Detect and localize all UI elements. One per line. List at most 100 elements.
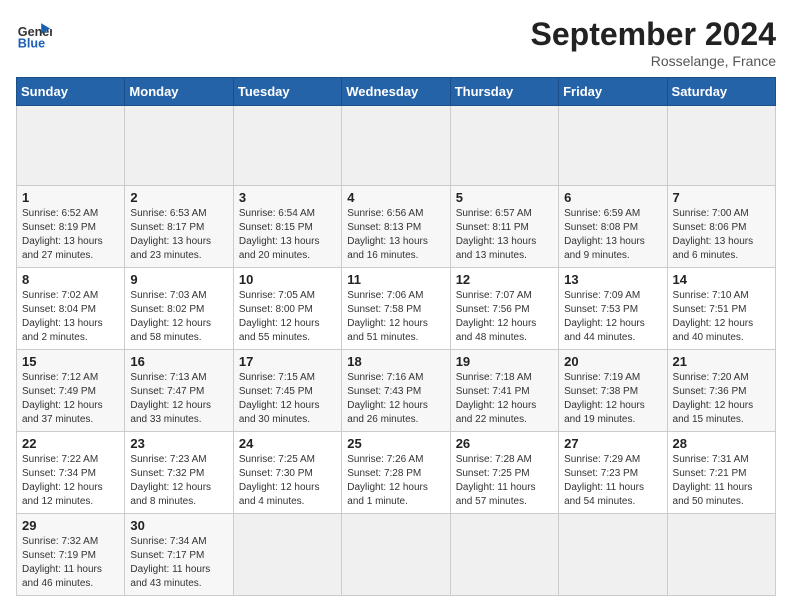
calendar-cell: 12Sunrise: 7:07 AM Sunset: 7:56 PM Dayli… — [450, 268, 558, 350]
day-info: Sunrise: 7:12 AM Sunset: 7:49 PM Dayligh… — [22, 371, 119, 427]
day-number: 26 — [456, 436, 553, 451]
calendar-cell: 24Sunrise: 7:25 AM Sunset: 7:30 PM Dayli… — [233, 432, 341, 514]
weekday-sunday: Sunday — [17, 78, 125, 106]
calendar-cell — [233, 514, 341, 596]
weekday-tuesday: Tuesday — [233, 78, 341, 106]
svg-text:Blue: Blue — [18, 37, 45, 51]
day-number: 13 — [564, 272, 661, 287]
day-number: 23 — [130, 436, 227, 451]
day-info: Sunrise: 6:57 AM Sunset: 8:11 PM Dayligh… — [456, 207, 553, 263]
calendar-cell: 28 Sunrise: 7:31 AM Sunset: 7:21 PM Dayli… — [667, 432, 775, 514]
calendar-cell — [450, 106, 558, 186]
day-info: Sunrise: 6:54 AM Sunset: 8:15 PM Dayligh… — [239, 207, 336, 263]
day-number: 6 — [564, 190, 661, 205]
week-row-3: 15 Sunrise: 7:12 AM Sunset: 7:49 PM Dayli… — [17, 350, 776, 432]
day-info: Sunrise: 7:10 AM Sunset: 7:51 PM Dayligh… — [673, 289, 770, 345]
calendar-cell: 23Sunrise: 7:23 AM Sunset: 7:32 PM Dayli… — [125, 432, 233, 514]
calendar-cell: 8Sunrise: 7:02 AM Sunset: 8:04 PM Daylig… — [17, 268, 125, 350]
logo: General Blue — [16, 16, 52, 52]
month-title: September 2024 — [531, 16, 776, 53]
day-info: Sunrise: 7:29 AM Sunset: 7:23 PM Dayligh… — [564, 453, 661, 509]
calendar-cell: 27 Sunrise: 7:29 AM Sunset: 7:23 PM Dayli… — [559, 432, 667, 514]
calendar-cell: 9Sunrise: 7:03 AM Sunset: 8:02 PM Daylig… — [125, 268, 233, 350]
week-row-0 — [17, 106, 776, 186]
calendar-cell: 7 Sunrise: 7:00 AM Sunset: 8:06 PM Daylig… — [667, 186, 775, 268]
day-number: 29 — [22, 518, 119, 533]
day-number: 15 — [22, 354, 119, 369]
day-number: 20 — [564, 354, 661, 369]
day-info: Sunrise: 7:13 AM Sunset: 7:47 PM Dayligh… — [130, 371, 227, 427]
day-number: 28 — [673, 436, 770, 451]
calendar-cell — [667, 106, 775, 186]
week-row-1: 1 Sunrise: 6:52 AM Sunset: 8:19 PM Daylig… — [17, 186, 776, 268]
calendar-cell: 30 Sunrise: 7:34 AM Sunset: 7:17 PM Dayli… — [125, 514, 233, 596]
calendar-cell: 15 Sunrise: 7:12 AM Sunset: 7:49 PM Dayli… — [17, 350, 125, 432]
day-info: Sunrise: 6:52 AM Sunset: 8:19 PM Dayligh… — [22, 207, 119, 263]
calendar-cell — [342, 514, 450, 596]
week-row-4: 22Sunrise: 7:22 AM Sunset: 7:34 PM Dayli… — [17, 432, 776, 514]
calendar-cell: 20 Sunrise: 7:19 AM Sunset: 7:38 PM Dayli… — [559, 350, 667, 432]
day-info: Sunrise: 7:34 AM Sunset: 7:17 PM Dayligh… — [130, 535, 227, 591]
calendar-cell: 1 Sunrise: 6:52 AM Sunset: 8:19 PM Daylig… — [17, 186, 125, 268]
calendar-cell: 5Sunrise: 6:57 AM Sunset: 8:11 PM Daylig… — [450, 186, 558, 268]
day-info: Sunrise: 7:26 AM Sunset: 7:28 PM Dayligh… — [347, 453, 444, 509]
weekday-header-row: SundayMondayTuesdayWednesdayThursdayFrid… — [17, 78, 776, 106]
calendar-cell: 29 Sunrise: 7:32 AM Sunset: 7:19 PM Dayli… — [17, 514, 125, 596]
day-info: Sunrise: 7:18 AM Sunset: 7:41 PM Dayligh… — [456, 371, 553, 427]
day-info: Sunrise: 7:00 AM Sunset: 8:06 PM Dayligh… — [673, 207, 770, 263]
day-number: 22 — [22, 436, 119, 451]
day-info: Sunrise: 6:53 AM Sunset: 8:17 PM Dayligh… — [130, 207, 227, 263]
day-info: Sunrise: 7:19 AM Sunset: 7:38 PM Dayligh… — [564, 371, 661, 427]
day-number: 7 — [673, 190, 770, 205]
calendar-table: SundayMondayTuesdayWednesdayThursdayFrid… — [16, 77, 776, 596]
day-number: 10 — [239, 272, 336, 287]
day-number: 2 — [130, 190, 227, 205]
calendar-cell: 16 Sunrise: 7:13 AM Sunset: 7:47 PM Dayli… — [125, 350, 233, 432]
calendar-cell: 17Sunrise: 7:15 AM Sunset: 7:45 PM Dayli… — [233, 350, 341, 432]
day-number: 3 — [239, 190, 336, 205]
day-number: 17 — [239, 354, 336, 369]
day-info: Sunrise: 7:28 AM Sunset: 7:25 PM Dayligh… — [456, 453, 553, 509]
day-info: Sunrise: 7:31 AM Sunset: 7:21 PM Dayligh… — [673, 453, 770, 509]
calendar-cell — [125, 106, 233, 186]
day-info: Sunrise: 7:32 AM Sunset: 7:19 PM Dayligh… — [22, 535, 119, 591]
day-info: Sunrise: 7:06 AM Sunset: 7:58 PM Dayligh… — [347, 289, 444, 345]
day-number: 16 — [130, 354, 227, 369]
weekday-monday: Monday — [125, 78, 233, 106]
page-header: General Blue September 2024 Rosselange, … — [16, 16, 776, 69]
calendar-cell: 6 Sunrise: 6:59 AM Sunset: 8:08 PM Daylig… — [559, 186, 667, 268]
calendar-cell — [450, 514, 558, 596]
logo-icon: General Blue — [16, 16, 52, 52]
day-number: 30 — [130, 518, 227, 533]
calendar-cell — [17, 106, 125, 186]
weekday-thursday: Thursday — [450, 78, 558, 106]
day-info: Sunrise: 7:20 AM Sunset: 7:36 PM Dayligh… — [673, 371, 770, 427]
day-number: 1 — [22, 190, 119, 205]
day-number: 27 — [564, 436, 661, 451]
calendar-cell: 21 Sunrise: 7:20 AM Sunset: 7:36 PM Dayli… — [667, 350, 775, 432]
day-info: Sunrise: 7:05 AM Sunset: 8:00 PM Dayligh… — [239, 289, 336, 345]
day-number: 4 — [347, 190, 444, 205]
day-number: 19 — [456, 354, 553, 369]
day-number: 18 — [347, 354, 444, 369]
day-number: 8 — [22, 272, 119, 287]
day-info: Sunrise: 6:56 AM Sunset: 8:13 PM Dayligh… — [347, 207, 444, 263]
day-number: 21 — [673, 354, 770, 369]
location: Rosselange, France — [531, 53, 776, 69]
calendar-cell — [559, 106, 667, 186]
week-row-5: 29 Sunrise: 7:32 AM Sunset: 7:19 PM Dayli… — [17, 514, 776, 596]
calendar-cell: 10 Sunrise: 7:05 AM Sunset: 8:00 PM Dayli… — [233, 268, 341, 350]
calendar-cell — [667, 514, 775, 596]
day-number: 24 — [239, 436, 336, 451]
day-info: Sunrise: 6:59 AM Sunset: 8:08 PM Dayligh… — [564, 207, 661, 263]
calendar-cell: 18 Sunrise: 7:16 AM Sunset: 7:43 PM Dayli… — [342, 350, 450, 432]
calendar-cell: 3 Sunrise: 6:54 AM Sunset: 8:15 PM Daylig… — [233, 186, 341, 268]
calendar-cell: 25Sunrise: 7:26 AM Sunset: 7:28 PM Dayli… — [342, 432, 450, 514]
day-number: 14 — [673, 272, 770, 287]
calendar-body: 1 Sunrise: 6:52 AM Sunset: 8:19 PM Daylig… — [17, 106, 776, 596]
day-info: Sunrise: 7:16 AM Sunset: 7:43 PM Dayligh… — [347, 371, 444, 427]
title-area: September 2024 Rosselange, France — [531, 16, 776, 69]
day-number: 9 — [130, 272, 227, 287]
calendar-cell — [559, 514, 667, 596]
weekday-friday: Friday — [559, 78, 667, 106]
